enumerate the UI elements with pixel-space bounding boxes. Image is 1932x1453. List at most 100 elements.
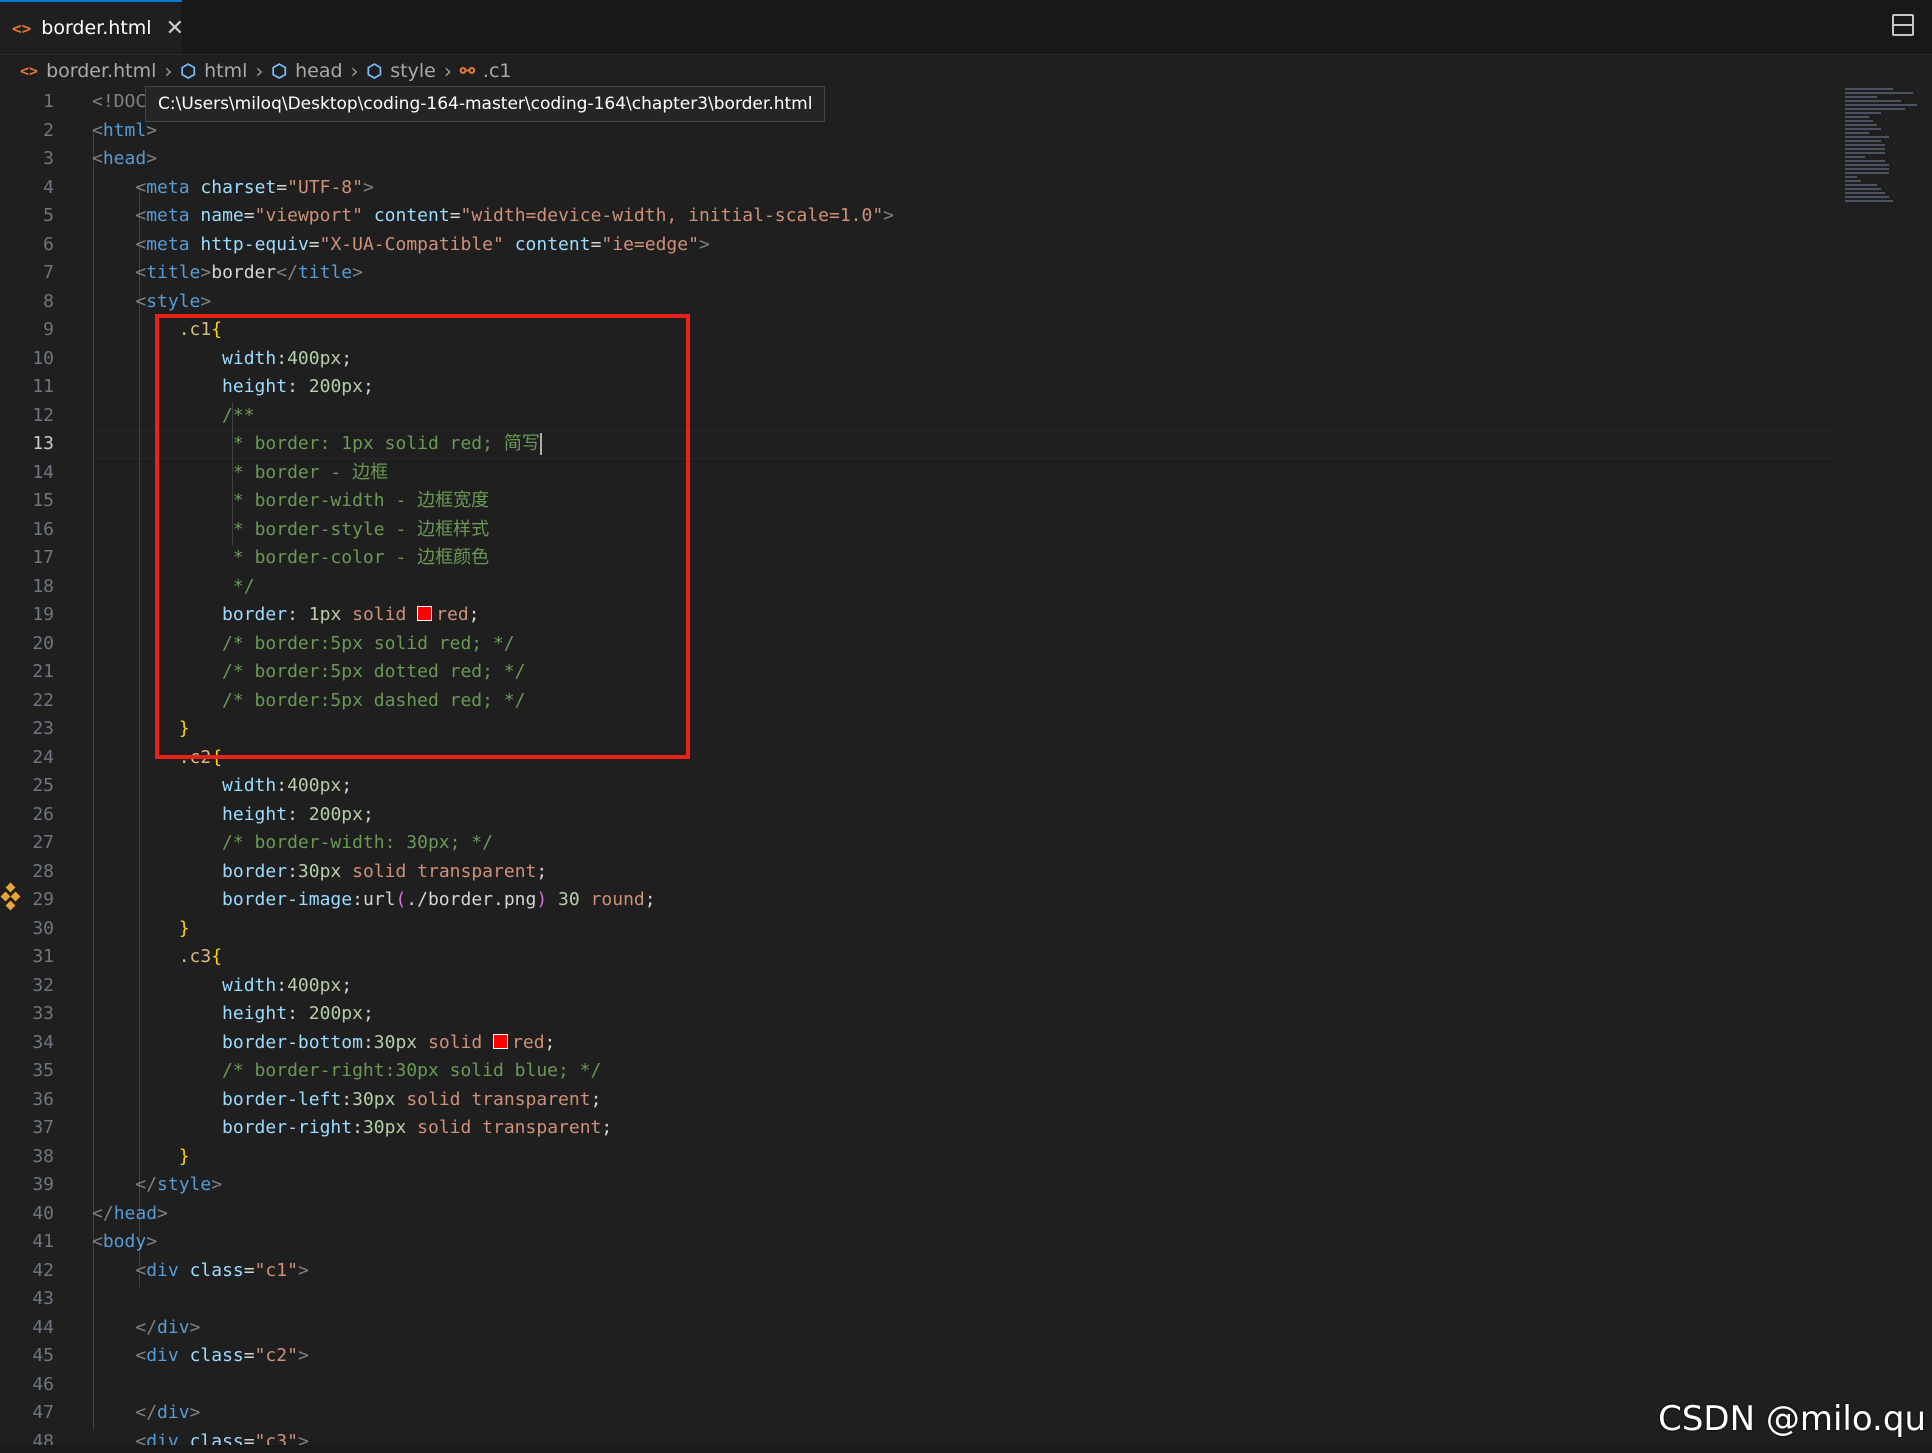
code-token: < <box>92 148 103 169</box>
line-number: 5 <box>43 205 54 226</box>
code-line[interactable]: </div> <box>92 1399 894 1428</box>
minimap-line <box>1845 168 1889 170</box>
horizontal-scrollbar[interactable] <box>0 1445 1932 1453</box>
code-token: = <box>276 176 288 198</box>
code-token: : <box>276 974 288 996</box>
symbol-class-icon: ⚯ <box>459 60 475 82</box>
split-editor-icon[interactable] <box>1892 14 1914 36</box>
code-token: = <box>590 233 602 255</box>
code-line[interactable]: border-right:30px solid transparent; <box>92 1114 894 1143</box>
minimap-line <box>1845 148 1885 150</box>
breadcrumb-style[interactable]: ⬡ style <box>367 60 436 82</box>
code-token: : <box>352 889 363 910</box>
chevron-right-icon: › <box>255 59 264 83</box>
breadcrumb-label: style <box>390 60 436 82</box>
code-token: 30px <box>297 860 342 882</box>
code-line[interactable]: border-left:30px solid transparent; <box>92 1086 894 1115</box>
minimap[interactable] <box>1845 88 1925 202</box>
code-token: ; <box>362 803 374 825</box>
line-number: 21 <box>32 661 54 682</box>
code-line[interactable]: </style> <box>92 1171 894 1200</box>
code-line[interactable]: width:400px; <box>92 972 894 1001</box>
code-line[interactable]: border-bottom:30px solid red; <box>92 1029 894 1058</box>
minimap-line <box>1845 188 1881 190</box>
code-line[interactable]: <div class="c2"> <box>92 1342 894 1371</box>
minimap-line <box>1845 96 1877 98</box>
code-token: title <box>297 262 353 283</box>
code-line[interactable] <box>92 1285 894 1314</box>
minimap-line <box>1845 200 1893 202</box>
code-line[interactable]: } <box>92 915 894 944</box>
code-line[interactable]: <style> <box>92 288 894 317</box>
code-line[interactable]: <title>border</title> <box>92 259 894 288</box>
breadcrumb-file-label: border.html <box>46 60 157 82</box>
line-number: 26 <box>32 803 54 825</box>
code-line[interactable]: <body> <box>92 1228 894 1257</box>
code-token: ; <box>544 1031 556 1053</box>
code-token: ( <box>395 889 407 910</box>
code-line[interactable] <box>92 1371 894 1400</box>
breadcrumb-c1[interactable]: ⚯ .c1 <box>460 60 512 82</box>
line-number: 12 <box>32 404 54 426</box>
code-token: "UTF-8" <box>287 176 363 198</box>
minimap-line <box>1845 104 1917 106</box>
code-line[interactable]: <head> <box>92 145 894 174</box>
tab-border-html[interactable]: <> border.html ✕ <box>0 0 184 54</box>
code-token: > <box>352 262 363 283</box>
code-line[interactable]: width:400px; <box>92 772 894 801</box>
code-token: < <box>135 1345 147 1366</box>
code-line[interactable]: </div> <box>92 1314 894 1343</box>
cube-icon: ⬡ <box>271 60 288 82</box>
close-icon[interactable]: ✕ <box>166 16 184 41</box>
code-line[interactable]: height: 200px; <box>92 1000 894 1029</box>
minimap-line <box>1845 192 1885 194</box>
code-token: > <box>146 148 158 169</box>
minimap-line <box>1845 124 1877 126</box>
code-token: > <box>146 119 158 141</box>
code-line[interactable]: border-image:url(./border.png) 30 round; <box>92 886 894 915</box>
code-line[interactable]: /* border-width: 30px; */ <box>92 829 894 858</box>
code-line[interactable]: } <box>92 1143 894 1172</box>
breadcrumb-file[interactable]: <> border.html <box>20 60 156 82</box>
watermark: CSDN @milo.qu <box>1658 1399 1926 1439</box>
minimap-line <box>1845 88 1893 90</box>
minimap-line <box>1845 152 1885 154</box>
code-token: div <box>157 1316 190 1338</box>
code-token: > <box>189 1316 201 1338</box>
code-token: transparent <box>471 1088 591 1110</box>
line-number: 25 <box>32 775 54 796</box>
code-token: > <box>200 262 212 283</box>
line-number: 7 <box>43 262 54 283</box>
code-line[interactable]: <div class="c1"> <box>92 1257 894 1286</box>
code-token: < <box>135 176 147 198</box>
code-token: height <box>222 1003 288 1024</box>
code-token: round <box>590 889 645 910</box>
code-line[interactable]: border:30px solid transparent; <box>92 858 894 887</box>
code-line[interactable]: /* border-right:30px solid blue; */ <box>92 1057 894 1086</box>
code-line[interactable]: .c3{ <box>92 943 894 972</box>
breadcrumb-head[interactable]: ⬡ head <box>271 60 342 82</box>
file-path-tooltip: C:\Users\miloq\Desktop\coding-164-master… <box>145 86 826 122</box>
code-line[interactable]: <meta charset="UTF-8"> <box>92 174 894 203</box>
code-token: : <box>287 1003 309 1024</box>
line-number: 19 <box>32 604 54 625</box>
code-token: > <box>200 290 212 312</box>
code-lines[interactable]: <!DOC <html> <head> <meta charset="UTF-8">… <box>92 88 894 1453</box>
code-editor[interactable]: 1 2 3 4 5 6 7 8 9 10 11 12 13 14 15 16 17 18 19 20 21 22 23 24 2… <box>0 88 1932 1453</box>
code-line[interactable]: <meta name="viewport" content="width=dev… <box>92 202 894 231</box>
breadcrumb: <> border.html › ⬡ html › ⬡ head › ⬡ sty… <box>0 54 1932 88</box>
breadcrumb-html[interactable]: ⬡ html <box>180 60 247 82</box>
code-token: body <box>102 1231 147 1252</box>
code-line[interactable]: height: 200px; <box>92 801 894 830</box>
code-line[interactable]: </head> <box>92 1200 894 1229</box>
line-number: 10 <box>32 347 54 369</box>
code-line[interactable]: <meta http-equiv="X-UA-Compatible" conte… <box>92 231 894 260</box>
line-number: 1 <box>43 91 54 112</box>
color-swatch[interactable] <box>493 1033 509 1049</box>
